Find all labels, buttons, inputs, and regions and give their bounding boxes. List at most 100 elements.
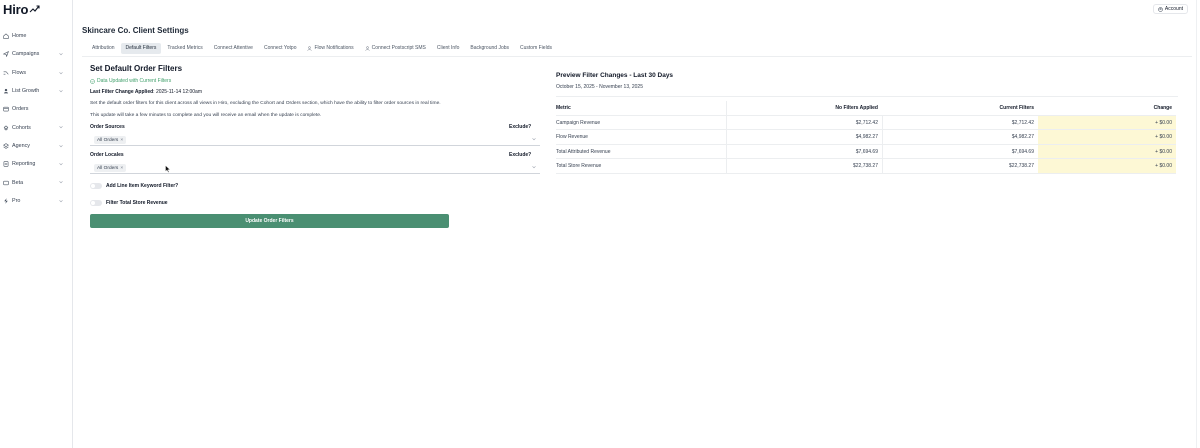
tab-flow-notifications[interactable]: Flow Notifications — [302, 43, 358, 54]
order-locales-exclude[interactable]: Exclude? — [509, 152, 531, 158]
order-locales-chip: All Orders × — [94, 164, 127, 172]
chevron-down-icon[interactable] — [59, 144, 63, 148]
chip-remove-icon[interactable]: × — [120, 166, 123, 171]
tab-connect-yotpo[interactable]: Connect Yotpo — [259, 43, 302, 54]
sidebar-item-label: Reporting — [12, 161, 36, 168]
filters-description: Set the default order filters for this c… — [90, 101, 441, 106]
tab-tracked-metrics[interactable]: Tracked Metrics — [162, 43, 207, 54]
cohorts-icon — [3, 125, 9, 131]
row-divider — [556, 172, 1176, 174]
cell-current-filters: $22,738.27 — [882, 159, 1038, 174]
chevron-down-icon[interactable] — [532, 137, 536, 141]
tab-label: Tracked Metrics — [167, 45, 203, 51]
tab-label: Connect Yotpo — [263, 45, 297, 51]
preview-title: Preview Filter Changes - Last 30 Days — [556, 72, 674, 79]
mouse-cursor-icon — [165, 165, 171, 173]
tab-label: Client Info — [436, 45, 460, 51]
tab-connect-attentive[interactable]: Connect Attentive — [209, 43, 258, 54]
sidebar-nav: Home Campaigns Flows List Growth Orders Cohor… — [0, 27, 72, 210]
chip-label: All Orders — [97, 165, 119, 171]
cell-change: + $0.00 — [1038, 159, 1176, 174]
sidebar-item-reporting[interactable]: Reporting — [0, 155, 72, 173]
status-message: Data Updated with Current Filters — [90, 78, 171, 84]
sidebar-item-label: Home — [12, 33, 27, 40]
sidebar-item-campaigns[interactable]: Campaigns — [0, 45, 72, 63]
chevron-down-icon[interactable] — [59, 180, 63, 184]
status-text: Data Updated with Current Filters — [97, 78, 172, 84]
tab-label: Custom Fields — [520, 45, 552, 51]
order-sources-chip: All Orders × — [94, 136, 127, 144]
cell-change: + $0.00 — [1038, 115, 1176, 130]
chip-label: All Orders — [97, 137, 119, 143]
sidebar-item-label: Beta — [12, 179, 24, 186]
chevron-down-icon[interactable] — [59, 89, 63, 93]
col-metric: Metric — [556, 105, 571, 112]
table-header: Metric No Filters Applied Current Filter… — [556, 101, 1176, 116]
order-sources-exclude[interactable]: Exclude? — [509, 124, 531, 130]
sidebar-item-label: Orders — [12, 106, 29, 113]
col-no-filters: No Filters Applied — [726, 101, 882, 116]
cell-no-filters: $2,712.42 — [726, 115, 882, 130]
last-change-label: Last Filter Change Applied — [90, 89, 154, 95]
tab-connect-postscript-sms[interactable]: Connect Postscript SMS — [360, 43, 431, 54]
cell-metric: Total Attributed Revenue — [556, 148, 611, 155]
cell-metric: Total Store Revenue — [556, 163, 602, 170]
tabs-divider — [82, 56, 1192, 57]
update-order-filters-button[interactable]: Update Order Filters — [90, 214, 449, 228]
sidebar-item-label: Cohorts — [12, 124, 31, 131]
keyword-filter-toggle[interactable] — [90, 183, 102, 189]
check-circle-icon — [90, 78, 95, 84]
chevron-down-icon[interactable] — [59, 71, 63, 75]
chevron-down-icon[interactable] — [59, 52, 63, 56]
cell-metric: Flow Revenue — [556, 134, 588, 141]
orders-icon — [3, 106, 9, 112]
sidebar-item-home[interactable]: Home — [0, 27, 72, 45]
tab-default-filters[interactable]: Default Filters — [120, 42, 162, 54]
sidebar-item-pro[interactable]: Pro — [0, 192, 72, 210]
account-label: Account — [1164, 6, 1183, 12]
sidebar-item-list-growth[interactable]: List Growth — [0, 82, 72, 100]
agency-icon — [3, 143, 9, 149]
account-button[interactable]: Account — [1152, 4, 1188, 14]
cell-current-filters: $4,982.27 — [882, 130, 1038, 145]
table-row: Total Store Revenue $22,738.27 $22,738.27 +… — [556, 159, 1176, 174]
hiro-logo[interactable]: Hiro — [3, 1, 41, 17]
sidebar-item-agency[interactable]: Agency — [0, 137, 72, 155]
store-revenue-row: Filter Total Store Revenue — [90, 200, 168, 206]
order-sources-select[interactable]: All Orders × — [90, 134, 540, 146]
chevron-down-icon[interactable] — [59, 199, 63, 203]
person-icon — [365, 45, 370, 51]
beta-icon — [3, 180, 9, 186]
order-sources-label: Order Sources — [90, 124, 125, 130]
sidebar-item-beta[interactable]: Beta — [0, 173, 72, 191]
store-revenue-toggle[interactable] — [90, 200, 102, 206]
user-icon — [3, 88, 9, 94]
sidebar-item-label: Pro — [12, 197, 21, 204]
tab-label: Flow Notifications — [314, 45, 354, 51]
sidebar-item-flows[interactable]: Flows — [0, 64, 72, 82]
bolt-icon — [3, 198, 9, 204]
window-edge — [1196, 0, 1197, 448]
tab-custom-fields[interactable]: Custom Fields — [515, 43, 557, 54]
cell-change: + $0.00 — [1038, 144, 1176, 159]
tab-client-info[interactable]: Client Info — [432, 43, 465, 54]
home-icon — [3, 33, 9, 39]
cell-no-filters: $7,694.69 — [726, 144, 882, 159]
chip-remove-icon[interactable]: × — [120, 138, 123, 143]
last-change-value: 2025-11-14 12:00am — [155, 89, 202, 95]
chevron-down-icon[interactable] — [59, 125, 63, 129]
sidebar-item-cohorts[interactable]: Cohorts — [0, 118, 72, 136]
tab-attribution[interactable]: Attribution — [87, 43, 120, 54]
sidebar: Hiro Home Campaigns Flows List Growth Orders… — [0, 0, 73, 448]
tab-label: Connect Attentive — [213, 45, 253, 51]
logo-text: Hiro — [3, 1, 29, 17]
chevron-down-icon[interactable] — [532, 165, 536, 169]
tab-background-jobs[interactable]: Background Jobs — [465, 43, 514, 54]
cell-no-filters: $4,982.27 — [726, 130, 882, 145]
sidebar-item-label: List Growth — [12, 88, 40, 95]
trend-up-icon — [29, 5, 40, 13]
sidebar-item-orders[interactable]: Orders — [0, 100, 72, 118]
person-icon — [307, 45, 312, 51]
order-locales-select[interactable]: All Orders × — [90, 162, 540, 174]
chevron-down-icon[interactable] — [59, 162, 63, 166]
